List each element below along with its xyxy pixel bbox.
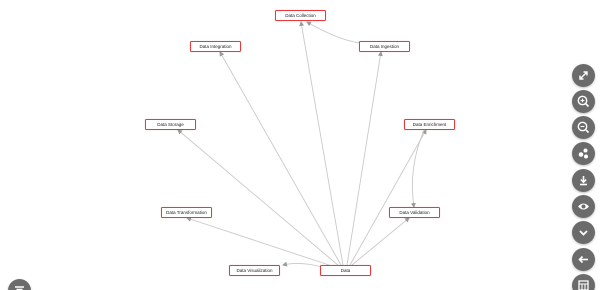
menu-icon	[15, 286, 24, 290]
node-data-ingestion[interactable]: Data Ingestion	[359, 41, 410, 52]
node-data-collection[interactable]: Data Collection	[275, 10, 326, 21]
edge-data-to-data-enrichment	[349, 129, 427, 266]
edge-data-to-data-validation	[351, 217, 410, 266]
table-button[interactable]	[572, 274, 595, 290]
fullscreen-button[interactable]	[572, 64, 595, 87]
edge-data-to-data-integration	[219, 51, 342, 266]
menu-button[interactable]	[8, 279, 31, 290]
fullscreen-icon	[579, 71, 588, 80]
download-icon	[580, 176, 587, 186]
edge-data-to-data-collection	[299, 21, 344, 266]
zoom-in-icon	[577, 95, 590, 108]
chevron-down-icon	[579, 230, 588, 236]
edge-data-to-data-ingestion	[346, 51, 383, 266]
node-data-storage[interactable]: Data Storage	[145, 119, 196, 130]
node-data-visualization[interactable]: Data Visualization	[229, 265, 280, 276]
arrow-left-icon	[578, 255, 588, 264]
download-button[interactable]	[572, 169, 595, 192]
zoom-in-button[interactable]	[572, 90, 595, 113]
node-data-transformation[interactable]: Data Transformation	[161, 207, 212, 218]
layout-icon	[578, 148, 588, 159]
edge-data-ingestion-to-data-collection	[306, 21, 361, 44]
edge-data-enrichment-to-data-validation	[410, 129, 425, 208]
view-button[interactable]	[572, 195, 595, 218]
node-data[interactable]: Data	[320, 265, 371, 276]
eye-icon	[578, 203, 589, 210]
expand-button[interactable]	[572, 221, 595, 244]
edge-data-to-data-visualization	[282, 261, 323, 268]
graph-edges	[177, 21, 427, 268]
table-icon	[578, 280, 589, 290]
node-data-validation[interactable]: Data Validation	[389, 207, 440, 218]
edge-data-to-data-transformation	[186, 216, 336, 268]
layout-button[interactable]	[572, 142, 595, 165]
graph-canvas[interactable]: Data Collection Data Integration Data In…	[0, 0, 601, 290]
node-data-integration[interactable]: Data Integration	[190, 41, 241, 52]
zoom-out-button[interactable]	[572, 116, 595, 139]
zoom-out-icon	[577, 121, 590, 134]
back-button[interactable]	[572, 248, 595, 271]
edge-data-to-data-storage	[177, 129, 340, 267]
node-data-enrichment[interactable]: Data Enrichment	[404, 119, 455, 130]
